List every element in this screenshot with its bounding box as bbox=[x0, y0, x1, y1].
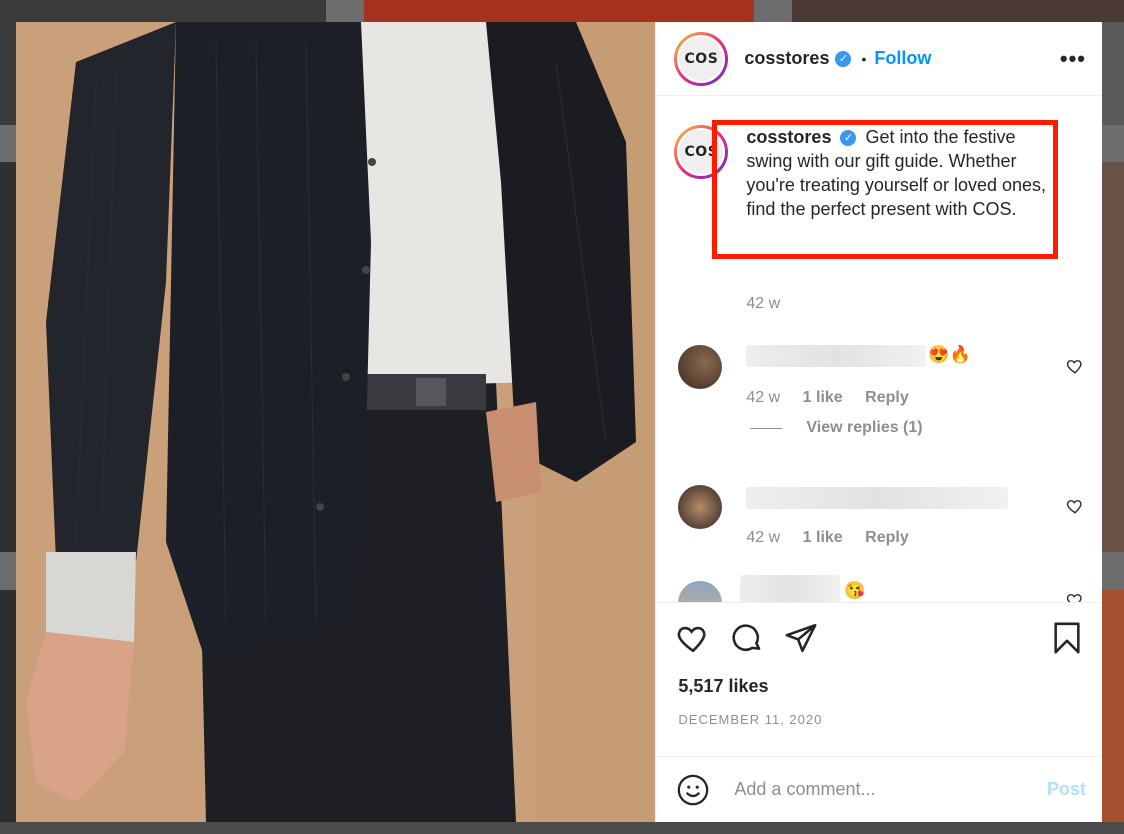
avatar-logo: COS bbox=[679, 36, 724, 81]
comment-reply-button[interactable]: Reply bbox=[865, 529, 909, 546]
post-date: DECEMBER 11, 2020 bbox=[678, 712, 823, 727]
view-replies-button[interactable]: View replies (1) bbox=[750, 419, 923, 437]
separator-dot: • bbox=[861, 50, 867, 67]
background-tile bbox=[0, 822, 1124, 834]
background-tile bbox=[0, 590, 16, 834]
background-tile bbox=[792, 0, 1124, 22]
avatar-logo: COS bbox=[679, 130, 724, 174]
comment-item: 😘 bbox=[674, 571, 1084, 602]
like-comment-heart-icon[interactable] bbox=[1066, 497, 1084, 515]
post-comment-button[interactable]: Post bbox=[1047, 779, 1086, 800]
comments-list[interactable]: COS cosstores ✓ Get into the festive swi… bbox=[656, 97, 1102, 602]
follow-button[interactable]: Follow bbox=[874, 48, 931, 69]
comment-meta: 42 w 1 like Reply bbox=[746, 389, 926, 407]
caption-meta: 42 w bbox=[746, 295, 798, 313]
caption-avatar[interactable]: COS bbox=[674, 125, 729, 179]
background-tile bbox=[1102, 590, 1124, 834]
commenter-avatar[interactable] bbox=[678, 581, 723, 602]
add-comment-input[interactable] bbox=[732, 778, 1047, 801]
post-photo[interactable] bbox=[16, 22, 656, 822]
post-caption: COS bbox=[674, 125, 729, 179]
comment-icon[interactable] bbox=[730, 621, 764, 655]
comment-age: 42 w bbox=[746, 389, 781, 406]
comment-item: 😍🔥 42 w 1 like Reply bbox=[674, 337, 1084, 417]
like-comment-heart-icon[interactable] bbox=[1066, 591, 1084, 602]
comment-emoji: 😍🔥 bbox=[928, 345, 971, 364]
caption-username[interactable]: cosstores bbox=[746, 127, 831, 147]
commenter-avatar[interactable] bbox=[678, 345, 723, 389]
save-bookmark-icon[interactable] bbox=[1050, 621, 1084, 655]
post-side-panel: COS cosstores ✓ • Follow ••• COS cosstor… bbox=[655, 22, 1102, 822]
like-comment-heart-icon[interactable] bbox=[1066, 357, 1084, 375]
comment-likes[interactable]: 1 like bbox=[803, 529, 843, 546]
post-modal: COS cosstores ✓ • Follow ••• COS cosstor… bbox=[16, 22, 1102, 822]
background-tile bbox=[1102, 162, 1124, 552]
emoji-smiley-icon[interactable] bbox=[676, 773, 710, 807]
post-actions-bar bbox=[656, 602, 1102, 659]
verified-badge-icon: ✓ bbox=[840, 130, 857, 147]
caption-age: 42 w bbox=[746, 295, 781, 312]
commenter-name-blurred bbox=[746, 487, 1009, 509]
share-send-icon[interactable] bbox=[784, 621, 818, 655]
verified-badge-icon: ✓ bbox=[835, 50, 852, 67]
background-tile bbox=[0, 162, 16, 552]
commenter-name-blurred bbox=[746, 345, 927, 367]
comment-meta: 42 w 1 like Reply bbox=[746, 529, 926, 547]
profile-avatar[interactable]: COS bbox=[674, 31, 729, 86]
post-header: COS cosstores ✓ • Follow ••• bbox=[656, 22, 1102, 96]
background-tile bbox=[364, 0, 754, 22]
avatar-frame: COS bbox=[677, 34, 726, 83]
header-username[interactable]: cosstores bbox=[744, 48, 829, 69]
post-photo-illustration bbox=[16, 22, 656, 822]
view-replies-label: View replies (1) bbox=[806, 419, 923, 436]
avatar-frame: COS bbox=[677, 128, 726, 176]
replies-divider bbox=[750, 427, 783, 429]
comment-age: 42 w bbox=[746, 529, 781, 546]
comment-item: 42 w 1 like Reply bbox=[674, 477, 1084, 557]
add-comment-bar: Post bbox=[656, 756, 1102, 822]
caption-text: cosstores ✓ Get into the festive swing w… bbox=[746, 125, 1064, 221]
commenter-avatar[interactable] bbox=[678, 485, 723, 529]
like-heart-icon[interactable] bbox=[676, 621, 710, 655]
more-options-icon[interactable]: ••• bbox=[1060, 46, 1086, 72]
commenter-name-blurred bbox=[740, 575, 841, 602]
comment-emoji: 😘 bbox=[844, 581, 866, 600]
comment-likes[interactable]: 1 like bbox=[803, 389, 843, 406]
likes-count[interactable]: 5,517 likes bbox=[678, 676, 768, 697]
comment-reply-button[interactable]: Reply bbox=[865, 389, 909, 406]
